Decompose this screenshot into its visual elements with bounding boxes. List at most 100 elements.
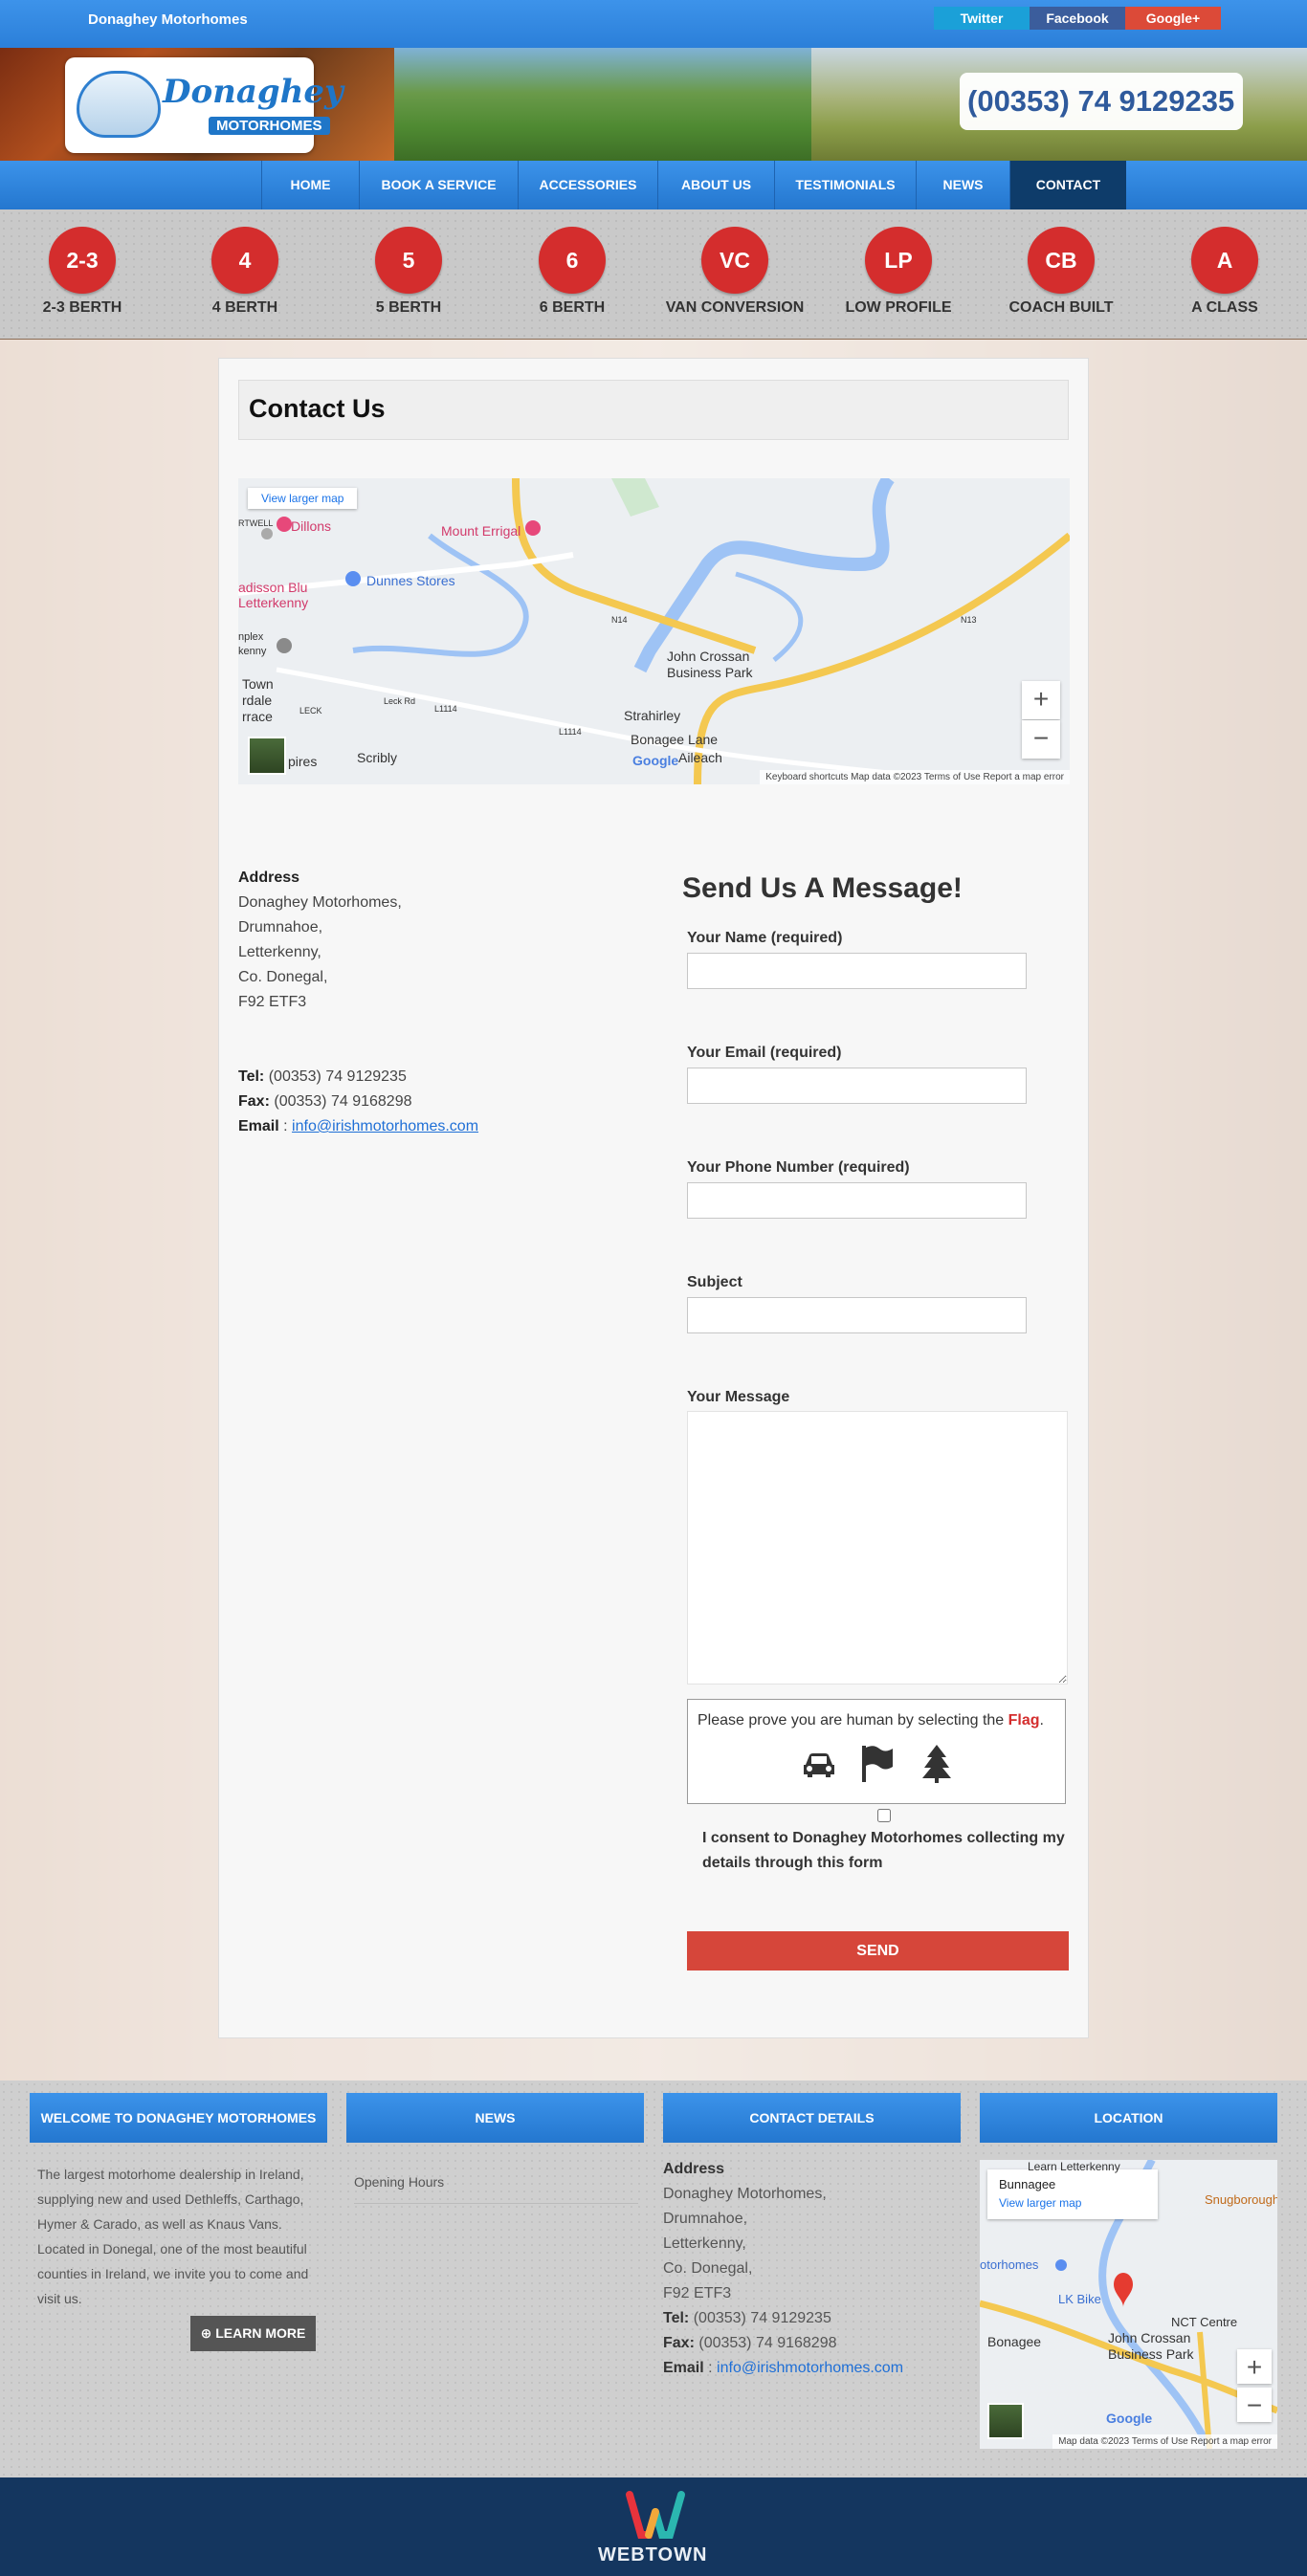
zoom-in-button[interactable]: + — [1022, 681, 1060, 719]
map-label: Dunnes Stores — [366, 573, 455, 588]
footer-fax: (00353) 74 9168298 — [698, 2335, 837, 2351]
category-badge: 4 — [211, 227, 278, 294]
category-2-3-berth[interactable]: 2-3 2-3 BERTH — [11, 227, 154, 317]
map-label: rdale — [242, 693, 273, 708]
zoom-out-button[interactable]: − — [1022, 720, 1060, 759]
nav-contact[interactable]: CONTACT — [1009, 161, 1126, 209]
category-badge: A — [1191, 227, 1258, 294]
phone-input[interactable] — [687, 1182, 1027, 1219]
captcha-box: Please prove you are human by selecting … — [687, 1699, 1066, 1804]
webtown-logo-icon[interactable] — [622, 2487, 689, 2543]
header-phone[interactable]: (00353) 74 9129235 — [967, 84, 1234, 119]
view-larger-map-link[interactable]: View larger map — [248, 488, 358, 509]
learn-more-button[interactable]: ⊕ LEARN MORE — [190, 2316, 316, 2351]
map-label: Bonagee Lane — [631, 732, 719, 747]
email-link[interactable]: info@irishmotorhomes.com — [292, 1118, 478, 1134]
logo-van-icon — [77, 71, 161, 138]
nav-accessories[interactable]: ACCESSORIES — [518, 161, 657, 209]
map-label: L1114 — [559, 727, 582, 737]
footer-google-logo: Google — [1106, 2411, 1153, 2426]
footer-map-label: Snugborough — [1205, 2192, 1277, 2207]
welcome-heading: WELCOME TO DONAGHEY MOTORHOMES — [30, 2093, 327, 2143]
message-textarea[interactable] — [687, 1411, 1068, 1684]
news-item-opening-hours[interactable]: Opening Hours — [354, 2169, 444, 2194]
footer-address-line: Drumnahoe, — [663, 2211, 748, 2227]
location-map[interactable]: View larger map Dillons Mount Errigal Du… — [238, 478, 1070, 784]
location-heading: LOCATION — [980, 2093, 1277, 2143]
footer-satellite-toggle[interactable] — [987, 2403, 1024, 2439]
footer-map-label: LK Bike — [1058, 2292, 1101, 2306]
category-4-berth[interactable]: 4 4 BERTH — [173, 227, 317, 317]
name-input[interactable] — [687, 953, 1027, 989]
category-badge: 5 — [375, 227, 442, 294]
webtown-text[interactable]: WEBTOWN — [598, 2544, 707, 2566]
phone-label: Your Phone Number (required) — [687, 1159, 910, 1176]
subject-label: Subject — [687, 1274, 742, 1290]
category-coach-built[interactable]: CB COACH BUILT — [989, 227, 1133, 317]
map-label: kenny — [238, 646, 267, 657]
address-line: F92 ETF3 — [238, 994, 307, 1010]
map-footer[interactable]: Keyboard shortcuts Map data ©2023 Terms … — [760, 770, 1070, 784]
footer-address-line: Co. Donegal, — [663, 2260, 753, 2277]
category-label: A CLASS — [1191, 299, 1258, 316]
nav-testimonials[interactable]: TESTIMONIALS — [774, 161, 916, 209]
logo-text: Donaghey — [163, 73, 343, 111]
news-divider — [354, 2203, 638, 2204]
page-title: Contact Us — [249, 394, 386, 423]
map-label: Leck Rd — [384, 696, 416, 706]
footer-map-label: Learn Letterkenny — [1028, 2160, 1120, 2173]
nav-home[interactable]: HOME — [261, 161, 359, 209]
twitter-link[interactable]: Twitter — [934, 7, 1030, 30]
category-badge: LP — [865, 227, 932, 294]
map-label: Business Park — [667, 665, 753, 680]
footer-zoom-in-button[interactable]: + — [1237, 2349, 1272, 2384]
satellite-toggle[interactable] — [248, 737, 286, 775]
map-label: RTWELL — [238, 518, 274, 528]
google-plus-link[interactable]: Google+ — [1125, 7, 1221, 30]
send-button[interactable]: SEND — [687, 1931, 1069, 1971]
footer-address-line: Donaghey Motorhomes, — [663, 2186, 827, 2202]
category-label: 6 BERTH — [539, 299, 606, 316]
site-logo[interactable]: Donaghey MOTORHOMES — [65, 57, 343, 153]
map-label: adisson Blu — [238, 580, 308, 595]
category-5-berth[interactable]: 5 5 BERTH — [337, 227, 480, 317]
address-line: Letterkenny, — [238, 944, 321, 960]
category-6-berth[interactable]: 6 6 BERTH — [500, 227, 644, 317]
address-line: Donaghey Motorhomes, — [238, 894, 402, 911]
subject-input[interactable] — [687, 1297, 1027, 1333]
category-low-profile[interactable]: LP LOW PROFILE — [827, 227, 970, 317]
footer-location-map[interactable]: Bunnagee View larger map Learn Letterken… — [980, 2160, 1277, 2449]
main-nav: HOME BOOK A SERVICE ACCESSORIES ABOUT US… — [0, 161, 1307, 209]
tel-value: (00353) 74 9129235 — [268, 1068, 407, 1085]
email-input[interactable] — [687, 1068, 1027, 1104]
consent-checkbox[interactable] — [877, 1809, 891, 1822]
facebook-link[interactable]: Facebook — [1030, 7, 1125, 30]
name-label: Your Name (required) — [687, 930, 843, 946]
captcha-end: . — [1039, 1712, 1044, 1728]
category-a-class[interactable]: A A CLASS — [1153, 227, 1296, 317]
category-van-conversion[interactable]: VC VAN CONVERSION — [663, 227, 807, 317]
site-name[interactable]: Donaghey Motorhomes — [88, 11, 248, 28]
footer-fax-label: Fax: — [663, 2335, 695, 2351]
category-badge: 2-3 — [49, 227, 116, 294]
footer-zoom-out-button[interactable]: − — [1237, 2388, 1272, 2422]
footer-email-link[interactable]: info@irishmotorhomes.com — [717, 2360, 903, 2376]
map-place-name: Bunnagee — [999, 2177, 1056, 2191]
footer-map-footer[interactable]: Map data ©2023 Terms of Use Report a map… — [1052, 2434, 1277, 2449]
captcha-text: Please prove you are human by selecting … — [698, 1712, 1005, 1728]
footer-tel: (00353) 74 9129235 — [693, 2310, 831, 2326]
flag-icon[interactable] — [856, 1742, 898, 1784]
category-label: COACH BUILT — [1008, 299, 1114, 316]
footer-address-line: F92 ETF3 — [663, 2285, 732, 2301]
nav-about-us[interactable]: ABOUT US — [657, 161, 774, 209]
category-label: 5 BERTH — [375, 299, 442, 316]
map-label: Strahirley — [624, 708, 681, 723]
footer-view-larger-map-link[interactable]: View larger map — [999, 2196, 1081, 2210]
captcha-target: Flag — [1008, 1712, 1040, 1728]
banner-image-alpine — [394, 48, 811, 161]
page-title-box: Contact Us — [238, 380, 1069, 440]
nav-book-a-service[interactable]: BOOK A SERVICE — [359, 161, 518, 209]
nav-news[interactable]: NEWS — [916, 161, 1009, 209]
tree-icon[interactable] — [916, 1742, 958, 1784]
car-icon[interactable] — [798, 1742, 840, 1784]
